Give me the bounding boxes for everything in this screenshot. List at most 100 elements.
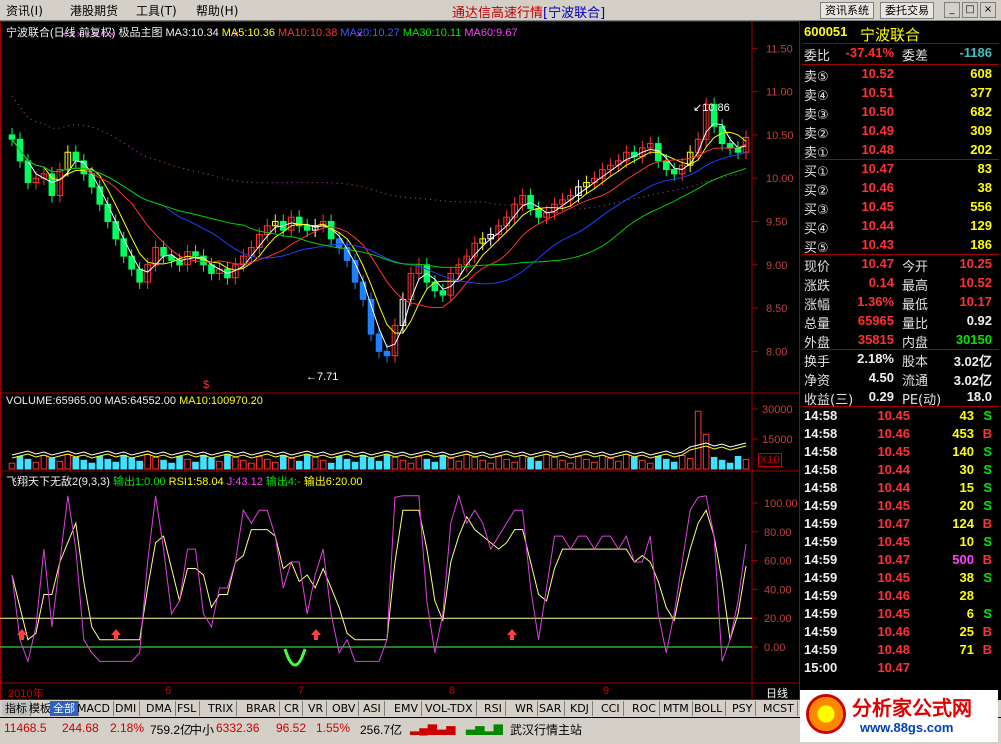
stat-value-2: 10.52: [959, 275, 992, 290]
volume-bar: [646, 462, 654, 470]
volume-bar: [311, 456, 319, 470]
candle-body: [88, 173, 96, 188]
tick-side: B: [982, 552, 992, 567]
close-icon[interactable]: ×: [980, 2, 996, 18]
candle-body: [120, 238, 127, 257]
buy-price: 10.44: [861, 218, 894, 233]
signal-mark: $: [203, 379, 210, 391]
buy-arrow-icon: [311, 629, 321, 640]
sell-level-label: 卖⑤: [804, 70, 829, 85]
tab-cr[interactable]: CR: [281, 701, 304, 716]
tab-cci[interactable]: CCI: [598, 701, 624, 716]
tick-volume: 43: [959, 408, 974, 423]
tab-dmi[interactable]: DMI: [112, 701, 141, 716]
volume-bar: [120, 455, 127, 470]
volume-bar: [423, 458, 431, 470]
volume-bar: [200, 455, 207, 470]
volume-bar: [152, 456, 159, 470]
info-system-button[interactable]: 资讯系统: [820, 2, 874, 19]
sell-volume: 202: [970, 142, 992, 157]
sell-price: 10.48: [861, 142, 894, 157]
candle-body: [662, 160, 670, 171]
tab-kdj[interactable]: KDJ: [567, 701, 593, 716]
candle-body: [535, 208, 542, 218]
stat2-label-2: 流通: [902, 374, 929, 389]
wb-label: 委比: [804, 49, 831, 64]
tab-mcst[interactable]: MCST: [760, 701, 798, 716]
tab-emv[interactable]: EMV: [391, 701, 422, 716]
tab-mtm[interactable]: MTM: [660, 701, 693, 716]
volume-bar: [439, 455, 447, 470]
candle-body: [48, 173, 56, 197]
tab-vr[interactable]: VR: [305, 701, 328, 716]
volume-bar: [535, 460, 542, 470]
sell-price: 10.50: [861, 104, 894, 119]
stat-value-2: 10.25: [959, 256, 992, 271]
menu-hk-futures[interactable]: 港股期货: [70, 2, 118, 19]
tab-dma[interactable]: DMA: [143, 701, 176, 716]
tab-asi[interactable]: ASI: [360, 701, 385, 716]
tick-price: 10.44: [877, 480, 910, 495]
ind-tick-label: 60.00: [764, 556, 792, 568]
axis-month-8: 8: [449, 685, 456, 697]
axis-year: 2010年: [8, 688, 44, 700]
volume-bar: [678, 455, 686, 470]
tab-brar[interactable]: BRAR: [243, 701, 280, 716]
volume-bar: [72, 456, 80, 470]
wc-label: 委差: [902, 49, 929, 64]
kline-chart[interactable]: 11.50 11.00 10.50 10.00 9.50 9.00 8.50 8.00 3000…: [0, 21, 800, 701]
volume-bar: [718, 459, 726, 470]
volume-bar: [710, 456, 718, 470]
tick-time: 14:58: [804, 444, 838, 459]
tab-boll[interactable]: BOLL: [691, 701, 727, 716]
menu-tools[interactable]: 工具(T): [136, 2, 177, 19]
stat2-label: 净资: [804, 374, 831, 389]
tab-roc[interactable]: ROC: [629, 701, 660, 716]
sh-index-change: 244.68: [62, 721, 99, 735]
minimize-icon[interactable]: _: [944, 2, 960, 18]
buy-arrow-icon: [111, 629, 121, 640]
tick-side: S: [983, 570, 992, 585]
volume-bar: [694, 410, 702, 470]
tab-macd[interactable]: MACD: [74, 701, 114, 716]
wc-value: -1186: [959, 45, 992, 60]
period-label[interactable]: 日线: [766, 685, 788, 701]
candle-body: [136, 268, 143, 283]
indicator-header: 飞翔天下无敌2(9,3,3) 输出1:0.00 RSI1:58.04 J:43.…: [6, 476, 363, 488]
maximize-icon[interactable]: □: [962, 2, 978, 18]
tick-time: 14:58: [804, 480, 838, 495]
menu-help[interactable]: 帮助(H): [196, 2, 238, 19]
stat-label-2: 最低: [902, 298, 929, 313]
tab-trix[interactable]: TRIX: [205, 701, 238, 716]
server-name[interactable]: 武汉行情主站: [510, 721, 582, 738]
volume-bar: [335, 455, 343, 470]
buy-price: 10.47: [861, 161, 894, 176]
volume-bar: [112, 461, 120, 470]
stock-code: 600051: [804, 24, 848, 39]
tab-vol-tdx[interactable]: VOL-TDX: [422, 701, 477, 716]
trade-button[interactable]: 委托交易: [880, 2, 934, 19]
axis-month-7: 7: [298, 685, 305, 697]
tab-sar[interactable]: SAR: [536, 701, 566, 716]
tab-fsl[interactable]: FSL: [174, 701, 201, 716]
tick-volume: 38: [959, 570, 974, 585]
volume-bar: [375, 460, 383, 470]
volume-bar: [176, 455, 183, 470]
menu-info[interactable]: 资讯(I): [6, 2, 43, 19]
volume-bar: [702, 433, 710, 470]
vol-tick-label: 15000: [762, 434, 793, 446]
ma10-line: [11, 138, 747, 309]
stat-value: 10.47: [861, 256, 894, 271]
tick-side: B: [982, 516, 992, 531]
tab-rsi[interactable]: RSI: [481, 701, 506, 716]
volume-bar: [431, 461, 439, 470]
tick-price: 10.46: [877, 588, 910, 603]
volume-bar: [742, 458, 750, 470]
tab-psy[interactable]: PSY: [729, 701, 757, 716]
candle-body: [335, 238, 343, 248]
chart-area[interactable]: 11.50 11.00 10.50 10.00 9.50 9.00 8.50 8.00 3000…: [0, 21, 800, 701]
volume-bar: [208, 457, 215, 470]
price-tick-label: 9.50: [766, 216, 787, 228]
tab-obv[interactable]: OBV: [329, 701, 360, 716]
tab-wr[interactable]: WR: [512, 701, 538, 716]
